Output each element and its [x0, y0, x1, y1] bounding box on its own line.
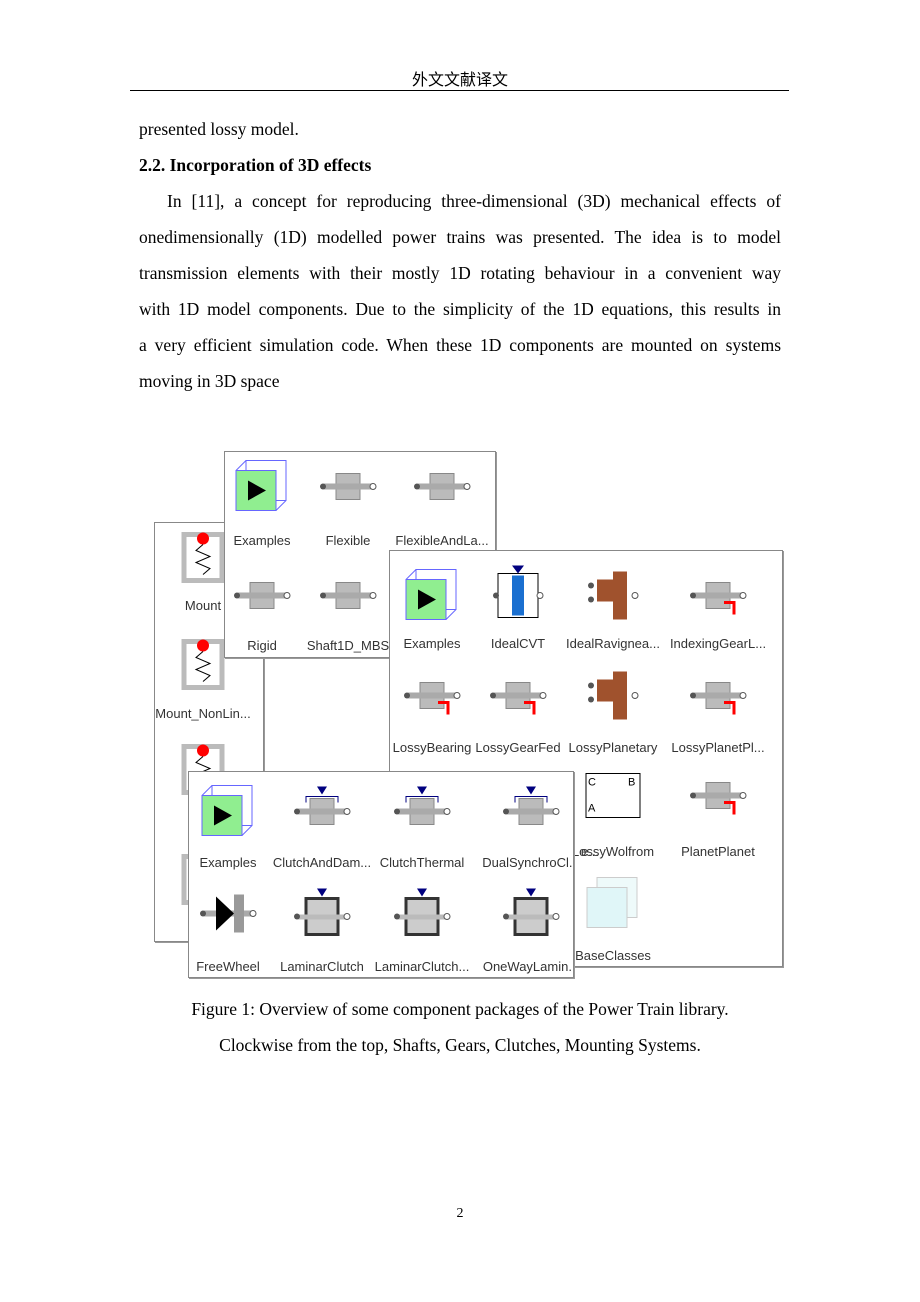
- bearing-icon[interactable]: [402, 671, 462, 726]
- shaft-icon[interactable]: [412, 462, 472, 517]
- package-item-label[interactable]: Rigid: [247, 638, 277, 653]
- package-item-label[interactable]: BaseClasses: [575, 948, 651, 963]
- package-item-label[interactable]: OneWayLamin...: [483, 959, 573, 974]
- figure-caption: Figure 1: Overview of some component pac…: [191, 999, 729, 1019]
- package-item-label[interactable]: LossyBearing: [393, 740, 472, 755]
- laminar-clutch-icon[interactable]: [501, 888, 561, 944]
- package-item-label[interactable]: LossyPlanetPl...: [671, 740, 764, 755]
- clutch-icon[interactable]: [292, 786, 352, 842]
- package-item-label[interactable]: LossyGearFed: [475, 740, 560, 755]
- package-item-label[interactable]: Examples: [233, 533, 290, 548]
- synchro-clutch-icon[interactable]: [501, 786, 561, 842]
- package-item-label[interactable]: Examples: [199, 855, 256, 870]
- package-item-label[interactable]: FlexibleAndLa...: [395, 533, 488, 548]
- gear-icon[interactable]: [688, 671, 748, 726]
- package-item-label[interactable]: Mount_NonLin...: [155, 706, 250, 721]
- page-number: 2: [456, 1206, 464, 1221]
- gear-icon[interactable]: [688, 571, 748, 626]
- gear-icon[interactable]: [688, 771, 748, 826]
- laminar-clutch-icon[interactable]: [292, 888, 352, 944]
- shaft-icon[interactable]: [318, 462, 378, 517]
- planetary-gear-icon[interactable]: [583, 666, 643, 731]
- examples-package-icon[interactable]: [404, 568, 460, 629]
- package-item-label[interactable]: Examples: [403, 636, 460, 651]
- body-line: presented lossy model.: [139, 119, 299, 139]
- package-item-label[interactable]: IdealRavignea...: [566, 636, 660, 651]
- shaft-icon[interactable]: [232, 571, 292, 626]
- package-item-label[interactable]: LaminarClutch...: [375, 959, 470, 974]
- package-item-label[interactable]: Mount: [185, 598, 221, 613]
- body-line: moving in 3D space: [139, 371, 280, 391]
- gear-icon[interactable]: [488, 671, 548, 726]
- package-item-label[interactable]: LossyWolfrom: [572, 844, 654, 859]
- cvt-icon[interactable]: [488, 565, 548, 631]
- package-item-label[interactable]: DualSynchroCl...: [482, 855, 573, 870]
- section-heading: 2.2. Incorporation of 3D effects: [139, 155, 372, 175]
- package-panel-clutches: Examples ClutchAndDam... ClutchThermal Dual…: [188, 771, 574, 978]
- shaft-icon[interactable]: [318, 571, 378, 626]
- body-line: transmission elements with their mostly …: [139, 263, 781, 283]
- package-item-label[interactable]: PlanetPlanet: [681, 844, 755, 859]
- page-header: 外文文献译文: [411, 72, 508, 89]
- body-line: with 1D model components. Due to the sim…: [139, 299, 781, 319]
- header-rule: [130, 90, 789, 91]
- package-item-label[interactable]: IndexingGearL...: [670, 636, 766, 651]
- svg-text:B: B: [628, 777, 635, 789]
- package-item-label[interactable]: LaminarClutch: [280, 959, 364, 974]
- body-line: onedimensionally (1D) modelled power tra…: [139, 227, 781, 247]
- mount-icon[interactable]: [178, 634, 228, 699]
- package-item-label[interactable]: LossyPlanetary: [569, 740, 658, 755]
- mount-icon[interactable]: [178, 527, 228, 592]
- package-item-label[interactable]: Shaft1D_MBS: [307, 638, 389, 653]
- package-item-label[interactable]: ClutchAndDam...: [273, 855, 371, 870]
- package-item-label[interactable]: Flexible: [326, 533, 371, 548]
- examples-package-icon[interactable]: [200, 784, 256, 845]
- svg-text:A: A: [588, 803, 596, 815]
- laminar-clutch-icon[interactable]: [392, 888, 452, 944]
- figure-caption: Clockwise from the top, Shafts, Gears, C…: [219, 1035, 701, 1055]
- package-item-label[interactable]: IdealCVT: [491, 636, 545, 651]
- clutch-icon[interactable]: [392, 786, 452, 842]
- svg-text:C: C: [588, 777, 596, 789]
- planetary-gear-icon[interactable]: [583, 566, 643, 631]
- freewheel-icon[interactable]: [198, 889, 258, 944]
- base-classes-package-icon[interactable]: [585, 876, 641, 937]
- package-item-label[interactable]: ClutchThermal: [380, 855, 465, 870]
- body-line: In [11], a concept for reproducing three…: [167, 191, 781, 211]
- examples-package-icon[interactable]: [234, 459, 290, 520]
- body-line: a very efficient simulation code. When t…: [139, 335, 781, 355]
- package-item-label[interactable]: FreeWheel: [196, 959, 260, 974]
- wolfrom-icon[interactable]: C A B: [578, 766, 648, 831]
